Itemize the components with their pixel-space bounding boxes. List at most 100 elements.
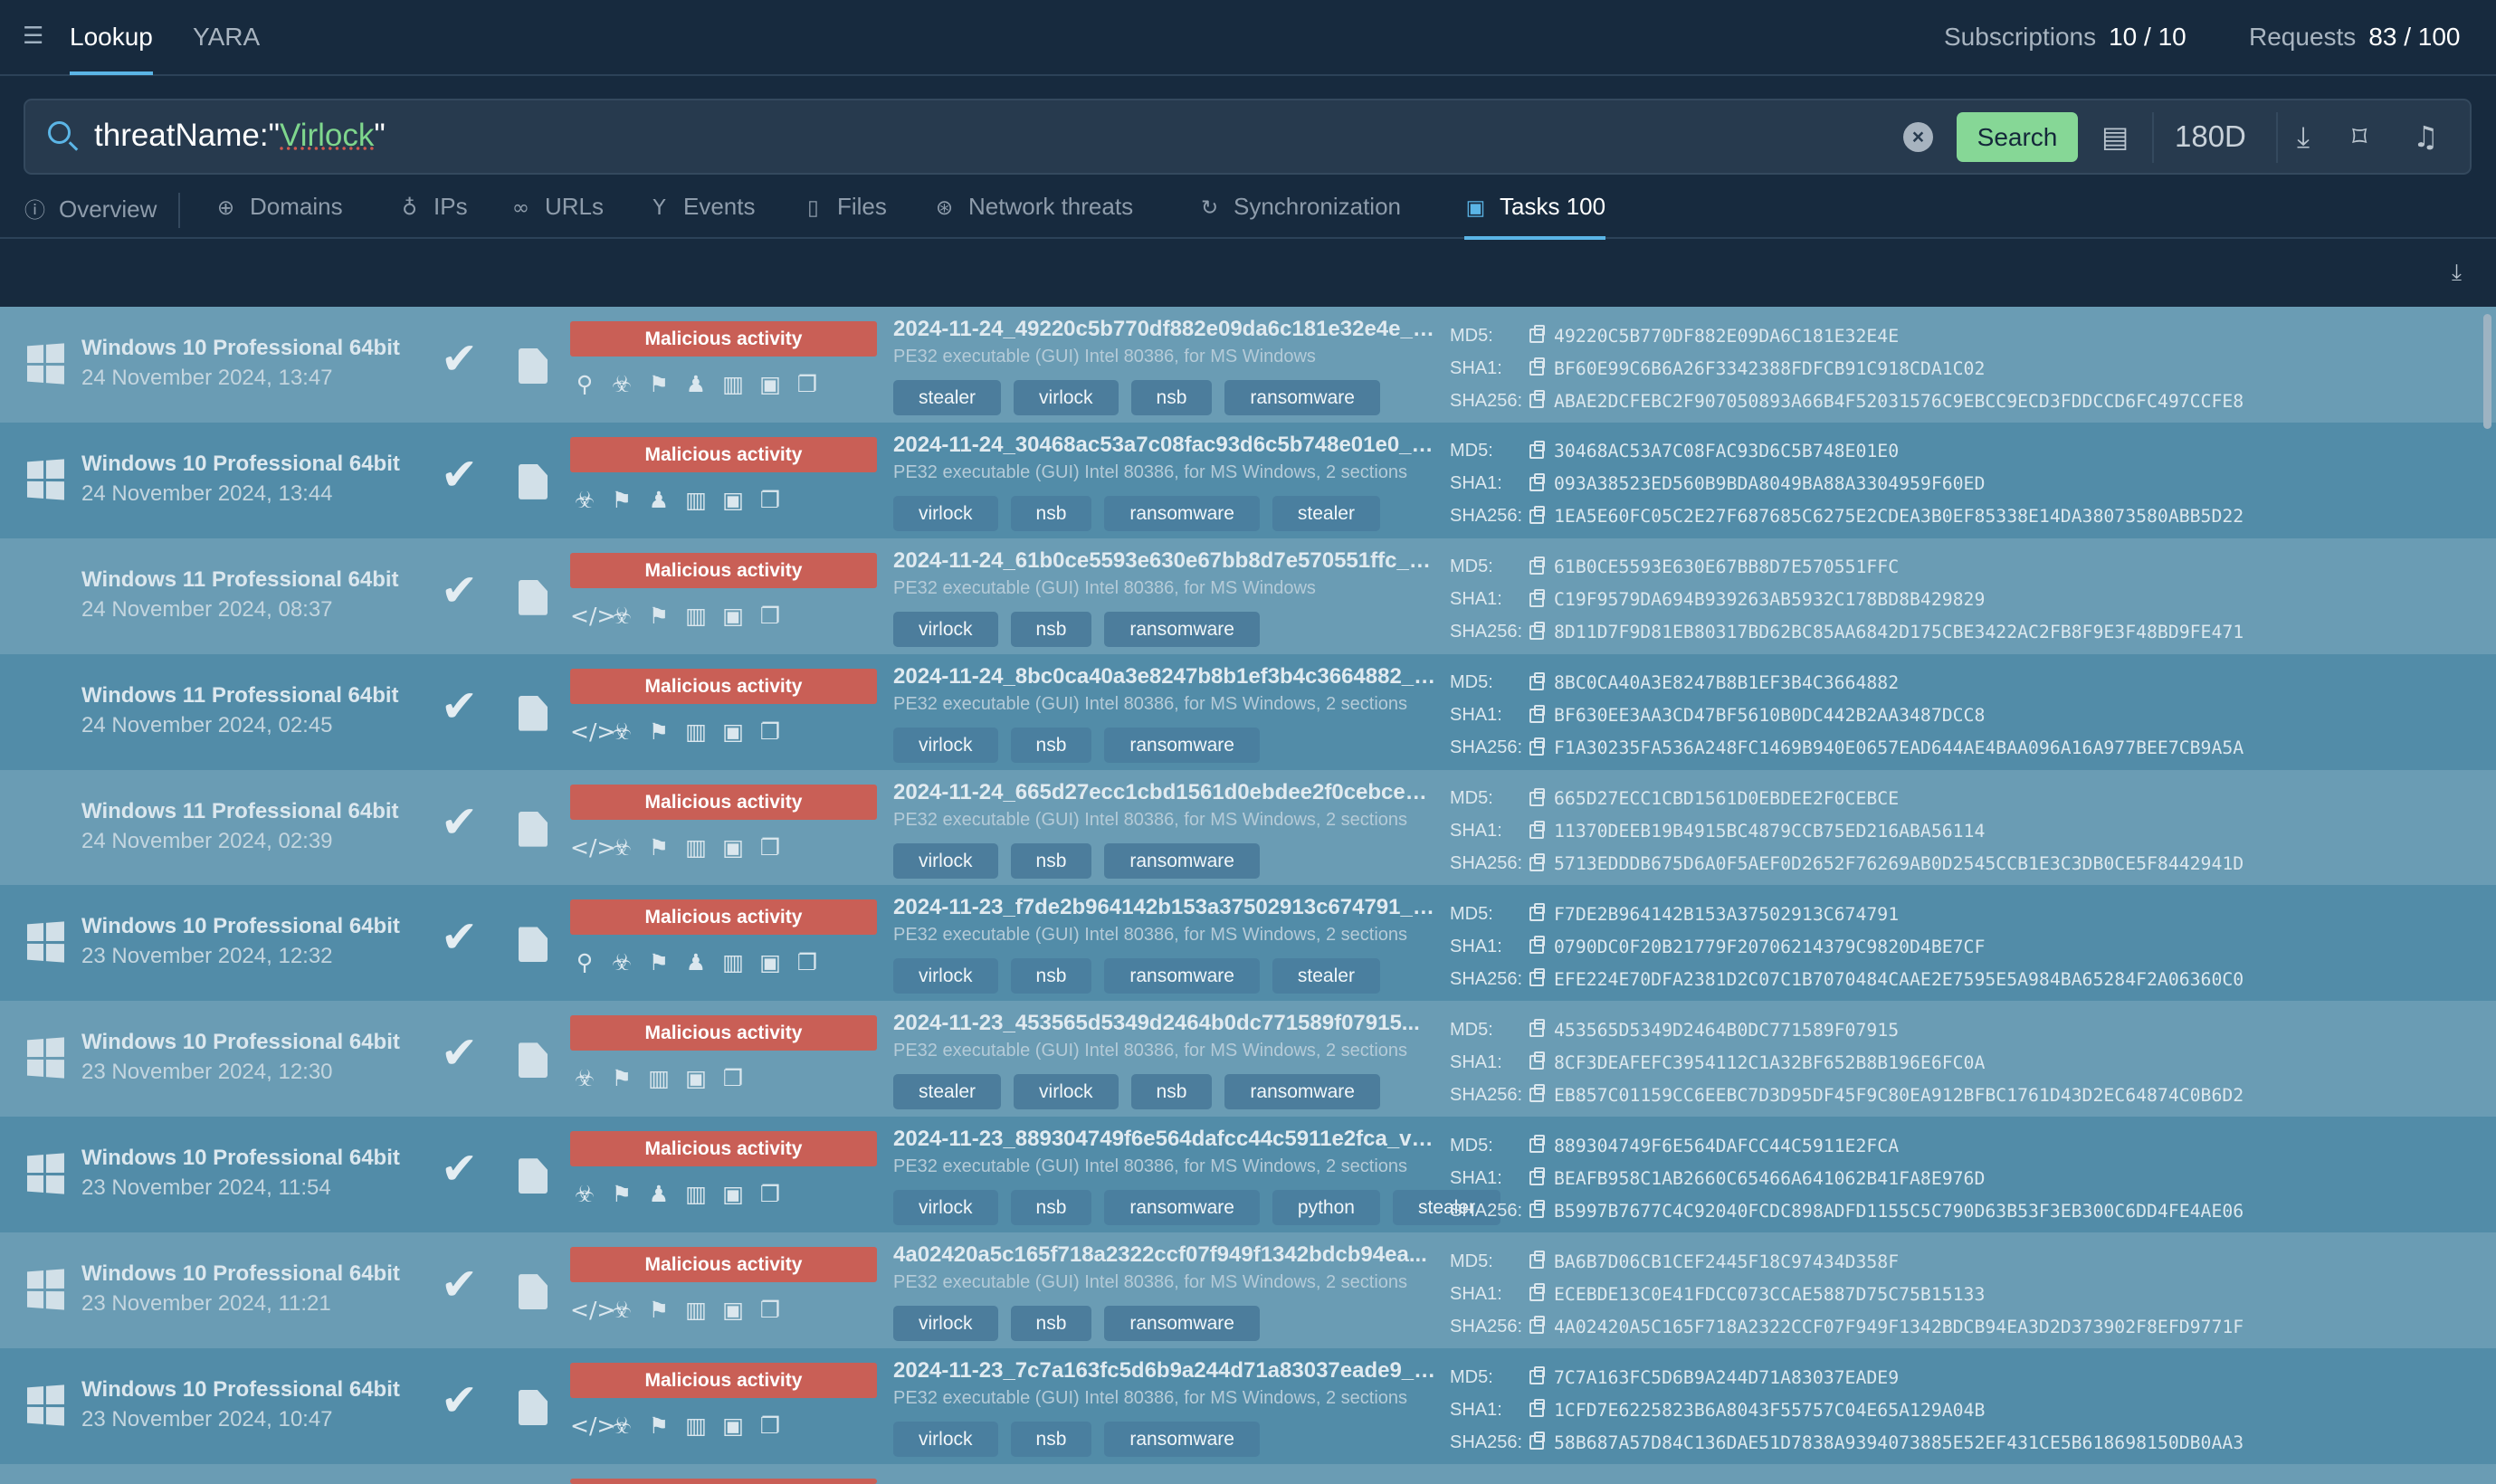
tag[interactable]: stealer — [1272, 958, 1380, 994]
tag[interactable]: stealer — [893, 380, 1002, 415]
task-row[interactable]: Windows 10 Professional 64bit 23 November… — [0, 1117, 2496, 1233]
task-row[interactable]: Windows 11 Professional 64bit 24 November… — [0, 653, 2496, 770]
tag[interactable]: ransomware — [1104, 495, 1260, 531]
copy-icon[interactable] — [1529, 472, 1545, 491]
tag[interactable]: python — [1272, 1190, 1380, 1226]
copy-icon[interactable] — [1529, 621, 1545, 640]
tag[interactable]: virlock — [893, 495, 998, 531]
copy-icon[interactable] — [1529, 671, 1545, 690]
copy-icon[interactable] — [1529, 505, 1545, 524]
tab-tasks-100[interactable]: ▣ Tasks 100 — [1464, 193, 1606, 240]
sha256-value[interactable]: 1EA5E60FC05C2E27F687685C6275E2CDEA3B0EF8… — [1554, 506, 2244, 527]
copy-icon[interactable] — [1529, 588, 1545, 607]
md5-value[interactable]: 665D27ECC1CBD1561D0EBDEE2F0CEBCE — [1554, 788, 1899, 809]
bell-icon[interactable]: ♫ — [2413, 119, 2439, 154]
tag[interactable]: nsb — [1010, 1422, 1092, 1458]
task-filename[interactable]: 2024-11-23_f7de2b964142b153a37502913c674… — [893, 895, 1438, 920]
sha256-value[interactable]: 5713EDDDB675D6A0F5AEF0D2652F76269AB0D254… — [1554, 853, 2244, 874]
md5-value[interactable]: 49220C5B770DF882E09DA6C181E32E4E — [1554, 326, 1899, 347]
copy-icon[interactable] — [1529, 1283, 1545, 1302]
sha256-value[interactable]: B5997B7677C4C92040FCDC898ADFD1155C5C790D… — [1554, 1201, 2244, 1222]
sha256-value[interactable]: EFE224E70DFA2381D2C07C1B7070484CAAE2E759… — [1554, 969, 2244, 990]
task-row[interactable]: Windows 10 Professional 64bit 23 November… — [0, 1001, 2496, 1118]
export-icon[interactable]: ⤓ — [2452, 259, 2462, 286]
tag[interactable]: ransomware — [1104, 1306, 1260, 1342]
tab-network-threats[interactable]: ⊛ Network threats — [933, 193, 1133, 221]
task-row[interactable]: Windows 10 Professional 64bit 24 November… — [0, 307, 2496, 423]
sha1-value[interactable]: C19F9579DA694B939263AB5932C178BD8B429829 — [1554, 589, 1985, 610]
tag[interactable]: nsb — [1010, 958, 1092, 994]
tag[interactable]: virlock — [893, 1422, 998, 1458]
tab-domains[interactable]: ⊕ Domains — [214, 193, 343, 221]
task-filename[interactable]: 2024-11-23_889304749f6e564dafcc44c5911e2… — [893, 1127, 1438, 1152]
copy-icon[interactable] — [1529, 1167, 1545, 1186]
download-icon[interactable]: ⤓ — [2297, 119, 2310, 154]
tag[interactable]: virlock — [893, 1190, 998, 1226]
tag[interactable]: stealer — [893, 1074, 1002, 1110]
sha1-value[interactable]: ECEBDE13C0E41FDCC073CCAE5887D75C75B15133 — [1554, 1284, 1985, 1305]
sha1-value[interactable]: BF60E99C6B6A26F3342388FDFCB91C918CDA1C02 — [1554, 358, 1985, 379]
copy-icon[interactable] — [1529, 325, 1545, 343]
sha256-value[interactable]: EB857C01159CC6EEBC7D3D95DF45F9C80EA912BF… — [1554, 1085, 2244, 1106]
task-filename[interactable]: 2024-11-23_453565d5349d2464b0dc771589f07… — [893, 1011, 1438, 1036]
tag[interactable]: virlock — [1014, 380, 1119, 415]
md5-value[interactable]: F7DE2B964142B153A37502913C674791 — [1554, 904, 1899, 925]
sha256-value[interactable]: F1A30235FA536A248FC1469B940E0657EAD644AE… — [1554, 737, 2244, 758]
copy-icon[interactable] — [1529, 737, 1545, 756]
copy-icon[interactable] — [1529, 390, 1545, 408]
tag[interactable]: ransomware — [1104, 1422, 1260, 1458]
md5-value[interactable]: 453565D5349D2464B0DC771589F07915 — [1554, 1020, 1899, 1041]
tag[interactable]: nsb — [1010, 495, 1092, 531]
tag[interactable]: stealer — [1272, 495, 1380, 531]
task-row[interactable]: Windows 11 Professional 64bit 24 November… — [0, 769, 2496, 886]
task-filename[interactable]: 2024-11-24_665d27ecc1cbd1561d0ebdee2f0ce… — [893, 780, 1438, 805]
copy-icon[interactable] — [1529, 1399, 1545, 1418]
tag[interactable]: nsb — [1010, 842, 1092, 879]
copy-icon[interactable] — [1529, 556, 1545, 575]
bookmark-icon[interactable]: ⌑ — [2352, 119, 2367, 154]
task-filename[interactable]: 2024-11-24_61b0ce5593e630e67bb8d7e570551… — [893, 548, 1438, 574]
tag[interactable]: nsb — [1130, 1074, 1213, 1110]
task-filename[interactable]: 4a02420a5c165f718a2322ccf07f949f1342bdcb… — [893, 1242, 1438, 1268]
tag[interactable]: virlock — [1014, 1074, 1119, 1110]
copy-icon[interactable] — [1529, 820, 1545, 839]
task-row[interactable]: Windows 10 Professional 64bit 23 November… — [0, 1232, 2496, 1349]
copy-icon[interactable] — [1529, 936, 1545, 955]
tab-events[interactable]: Y Events — [648, 193, 755, 221]
tag[interactable]: nsb — [1130, 380, 1213, 415]
tag[interactable]: virlock — [893, 727, 998, 763]
tag[interactable]: ransomware — [1104, 842, 1260, 879]
task-filename[interactable]: 2024-11-24_49220c5b770df882e09da6c181e32… — [893, 317, 1438, 342]
tag[interactable]: nsb — [1010, 727, 1092, 763]
sha1-value[interactable]: 093A38523ED560B9BDA8049BA88A3304959F60ED — [1554, 473, 1985, 494]
task-row[interactable] — [0, 1463, 2496, 1484]
clear-search-icon[interactable]: × — [1903, 122, 1933, 152]
copy-icon[interactable] — [1529, 357, 1545, 376]
copy-icon[interactable] — [1529, 1019, 1545, 1038]
task-filename[interactable]: 2024-11-23_7c7a163fc5d6b9a244d71a83037ea… — [893, 1358, 1438, 1384]
nav-tab-yara[interactable]: YARA — [193, 23, 260, 52]
query-builder-icon[interactable]: ▤ — [2101, 119, 2129, 154]
tag[interactable]: nsb — [1010, 1306, 1092, 1342]
task-row[interactable]: Windows 11 Professional 64bit 24 November… — [0, 537, 2496, 654]
task-filename[interactable]: 2024-11-24_8bc0ca40a3e8247b8b1ef3b4c3664… — [893, 664, 1438, 690]
tab-files[interactable]: ▯ Files — [802, 193, 887, 221]
sha1-value[interactable]: BEAFB958C1AB2660C65466A641062B41FA8E976D — [1554, 1168, 1985, 1189]
md5-value[interactable]: 889304749F6E564DAFCC44C5911E2FCA — [1554, 1136, 1899, 1156]
copy-icon[interactable] — [1529, 1135, 1545, 1154]
scrollbar[interactable] — [2483, 314, 2491, 429]
sha1-value[interactable]: 0790DC0F20B21779F20706214379C9820D4BE7CF — [1554, 937, 1985, 957]
sha256-value[interactable]: 4A02420A5C165F718A2322CCF07F949F1342BDCB… — [1554, 1317, 2244, 1337]
tag[interactable]: ransomware — [1104, 958, 1260, 994]
nav-tab-lookup[interactable]: Lookup — [70, 23, 153, 75]
sha256-value[interactable]: ABAE2DCFEBC2F907050893A66B4F52031576C9EB… — [1554, 391, 2244, 412]
tab-synchronization[interactable]: ↻ Synchronization — [1198, 193, 1401, 221]
copy-icon[interactable] — [1529, 852, 1545, 871]
sha256-value[interactable]: 58B687A57D84C136DAE51D7838A9394073885E52… — [1554, 1432, 2244, 1453]
tab-urls[interactable]: ∞ URLs — [510, 193, 604, 221]
copy-icon[interactable] — [1529, 1432, 1545, 1451]
md5-value[interactable]: 30468AC53A7C08FAC93D6C5B748E01E0 — [1554, 441, 1899, 461]
task-row[interactable]: Windows 10 Professional 64bit 23 November… — [0, 1348, 2496, 1464]
search-box[interactable]: threatName:"Virlock" × Search ▤ 180D ⤓ ⌑… — [24, 99, 2472, 175]
tag[interactable]: nsb — [1010, 611, 1092, 647]
